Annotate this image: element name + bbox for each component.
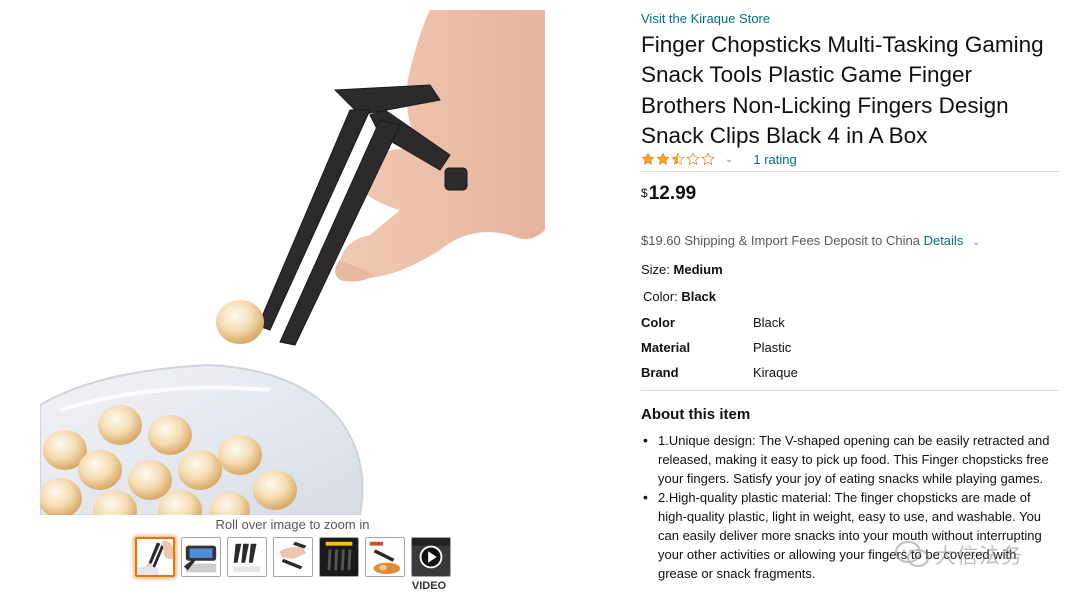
chevron-down-icon[interactable]: ⌄ [725, 154, 733, 165]
store-link[interactable]: Visit the Kiraque Store [641, 11, 770, 26]
color-value: Black [681, 289, 717, 304]
thumbnail-gameplay[interactable] [181, 537, 221, 577]
spec-key: Color [641, 315, 675, 330]
shipping-details-link[interactable]: Details [924, 233, 964, 248]
video-label: VIDEO [411, 580, 447, 592]
about-title: About this item [641, 406, 751, 423]
price: $ 12.99 [641, 183, 696, 205]
video-play-icon [412, 538, 450, 576]
hand-use-thumb-icon [274, 538, 312, 576]
divider [641, 171, 1059, 172]
spec-row-brand: Brand Kiraque [641, 365, 1059, 380]
product-title: Finger Chopsticks Multi-Tasking Gaming S… [641, 32, 1044, 149]
dimensions-thumb-icon [320, 538, 358, 576]
star-empty-icon [686, 152, 700, 165]
star-full-icon [656, 152, 670, 165]
shipping-text: $19.60 Shipping & Import Fees Deposit to… [641, 233, 920, 248]
color-label: Color: [643, 289, 678, 304]
chevron-down-icon[interactable]: ⌄ [972, 237, 980, 248]
package-thumb-icon [228, 538, 266, 576]
thumbnail-hand-use[interactable] [273, 537, 313, 577]
size-label: Size: [641, 262, 670, 277]
product-photo-illustration [40, 10, 545, 515]
zoom-hint: Roll over image to zoom in [215, 517, 370, 532]
thumbnail-strip [135, 537, 451, 577]
shipping-info: $19.60 Shipping & Import Fees Deposit to… [641, 233, 980, 248]
spec-value: Plastic [753, 340, 792, 355]
main-product-image[interactable] [40, 10, 545, 515]
spec-row-color: Color Black [641, 315, 1059, 330]
bullet-item: 1.Unique design: The V-shaped opening ca… [641, 431, 1059, 488]
thumbnail-product-chopsticks[interactable] [135, 537, 175, 577]
spec-key: Material [641, 340, 691, 355]
divider [641, 390, 1059, 391]
price-amount: 12.99 [648, 183, 697, 204]
rating-row: ⌄ 1 rating [641, 150, 797, 168]
size-variant[interactable]: Size: Medium [641, 262, 723, 277]
spec-value: Kiraque [753, 365, 798, 380]
thumbnail-snack-use[interactable] [365, 537, 405, 577]
spec-row-material: Material Plastic [641, 340, 1059, 355]
star-rating[interactable] [641, 152, 715, 166]
color-variant[interactable]: Color: Black [643, 289, 716, 304]
thumbnail-package[interactable] [227, 537, 267, 577]
rating-count-link[interactable]: 1 rating [753, 152, 796, 167]
star-full-icon [641, 152, 655, 165]
snack-use-thumb-icon [366, 538, 404, 576]
thumbnail-dimensions[interactable] [319, 537, 359, 577]
bullet-item: 2.High-quality plastic material: The fin… [641, 488, 1059, 583]
chopsticks-thumb-icon [137, 539, 173, 575]
spec-value: Black [753, 315, 785, 330]
spec-key: Brand [641, 365, 679, 380]
price-symbol: $ [641, 186, 648, 200]
size-value: Medium [673, 262, 723, 277]
thumbnail-video[interactable] [411, 537, 451, 577]
gameplay-thumb-icon [182, 538, 220, 576]
star-half-icon [671, 152, 685, 165]
about-bullets: 1.Unique design: The V-shaped opening ca… [641, 431, 1059, 583]
star-empty-icon [701, 152, 715, 165]
